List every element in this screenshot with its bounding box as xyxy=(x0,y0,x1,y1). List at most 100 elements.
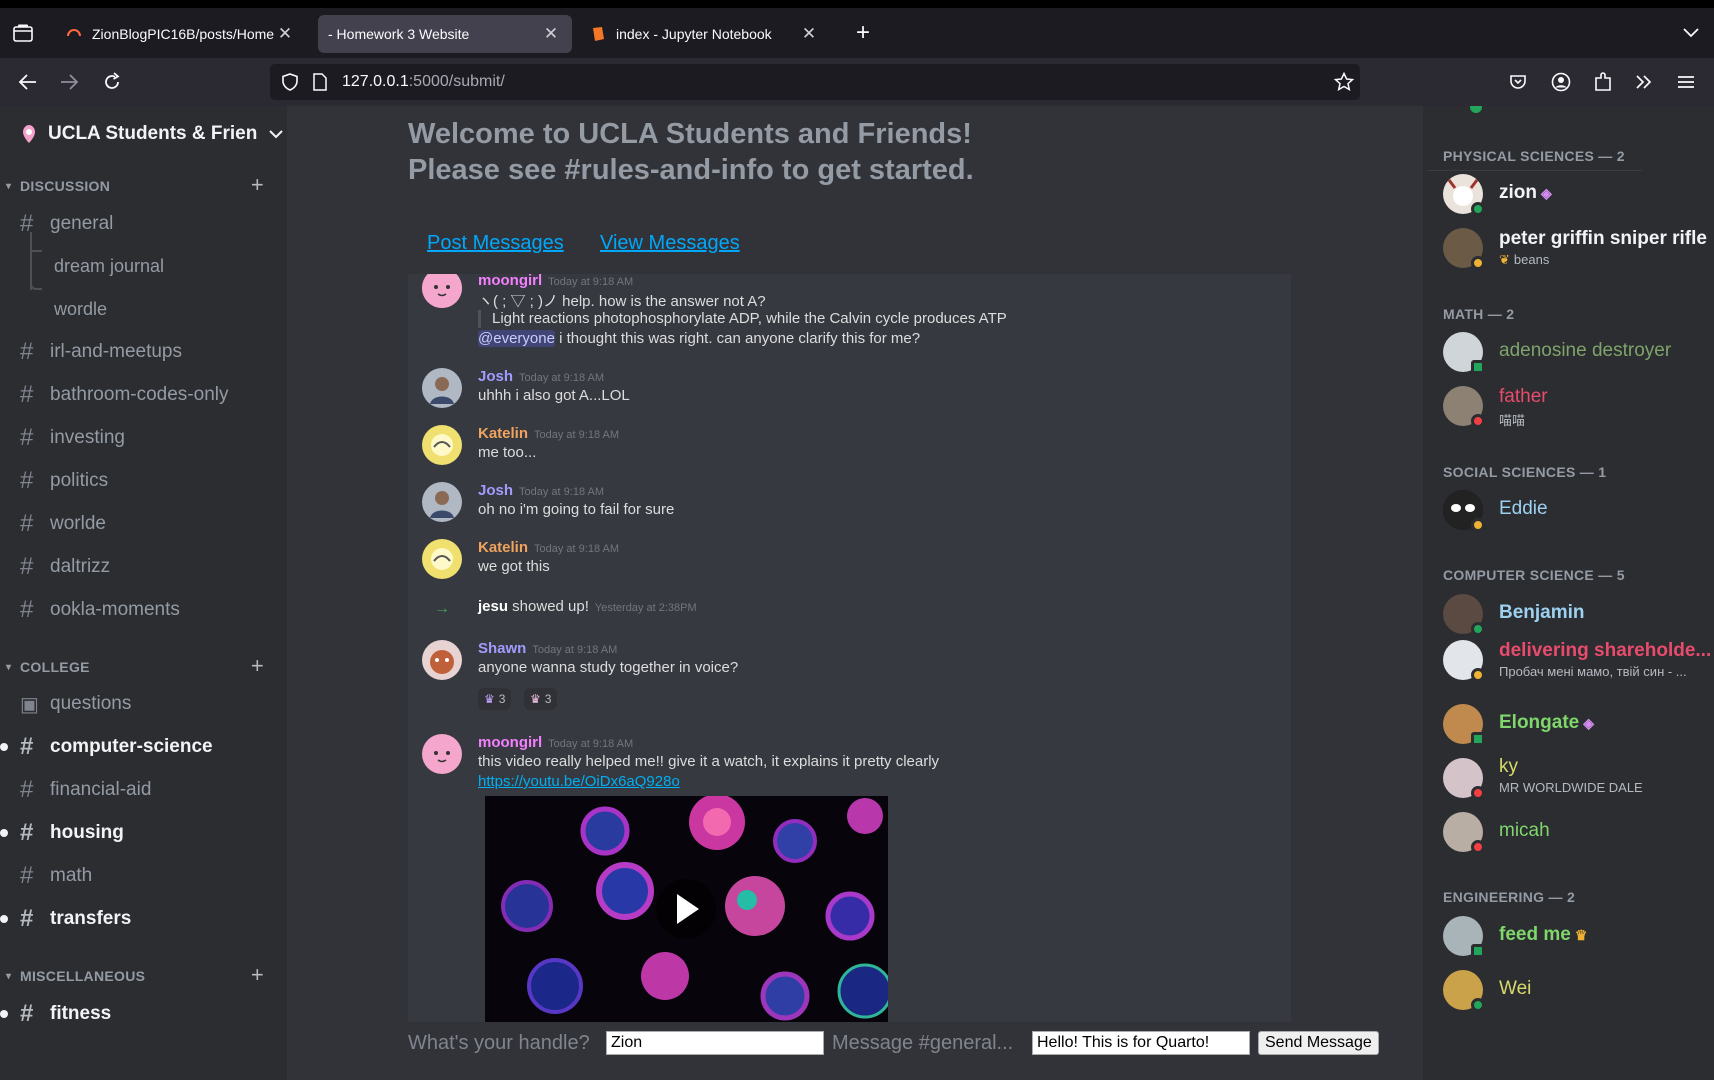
channel-daltrizz[interactable]: # daltrizz xyxy=(20,549,280,585)
channel-worlde[interactable]: # worlde xyxy=(20,506,280,542)
join-action: showed up! xyxy=(508,598,589,615)
server-header[interactable]: UCLA Students & Frien xyxy=(18,120,284,148)
member-micah[interactable]: micah xyxy=(1443,810,1714,854)
member-adenosine-destroyer[interactable]: adenosine destroyer xyxy=(1443,330,1714,374)
member-father[interactable]: father 喵喵 xyxy=(1443,384,1714,428)
add-channel-icon[interactable]: + xyxy=(251,172,264,198)
account-icon[interactable] xyxy=(1549,70,1573,94)
video-embed[interactable] xyxy=(485,796,888,1022)
member-peter-griffin-sniper-rifle[interactable]: peter griffin sniper rifle ❦ beans xyxy=(1443,226,1714,270)
chevron-down-icon[interactable] xyxy=(1679,21,1703,45)
member-name: ky xyxy=(1499,756,1518,777)
member-zion[interactable]: zion ◈ xyxy=(1443,172,1714,216)
close-icon[interactable]: ✕ xyxy=(274,24,296,44)
member-ky[interactable]: ky MR WORLDWIDE DALE xyxy=(1443,756,1714,800)
send-message-button[interactable]: Send Message xyxy=(1258,1031,1379,1055)
channel-bathroom-codes-only[interactable]: # bathroom-codes-only xyxy=(20,377,280,413)
member-feed-me[interactable]: feed me ♛ xyxy=(1443,914,1714,958)
channel-fitness[interactable]: # fitness xyxy=(0,996,280,1032)
chat-screenshot: moongirl Today at 9:18 AM ヽ( ; ▽ ; )ノ hel… xyxy=(408,274,1291,1022)
category-discussion[interactable]: ▾ DISCUSSION + xyxy=(6,172,276,197)
join-username[interactable]: jesu xyxy=(478,598,508,615)
more-tools-icon[interactable] xyxy=(1632,70,1656,94)
chevron-down-icon[interactable] xyxy=(269,129,284,139)
channel-housing[interactable]: # housing xyxy=(0,815,280,851)
channel-transfers[interactable]: # transfers xyxy=(0,901,280,937)
tab-homework[interactable]: - Homework 3 Website ✕ xyxy=(318,15,572,53)
close-icon[interactable]: ✕ xyxy=(540,24,562,44)
channel-general[interactable]: # general xyxy=(20,206,280,242)
star-icon[interactable] xyxy=(1332,70,1356,94)
quote-text: Light reactions photophosphorylate ADP, … xyxy=(492,310,1007,327)
member-wei[interactable]: Wei xyxy=(1443,968,1714,1012)
username[interactable]: Josh Today at 9:18 AM xyxy=(478,482,604,499)
reaction[interactable]: ♛ 3 xyxy=(478,688,512,710)
status-dot-fragment xyxy=(1470,106,1482,113)
member-elongate[interactable]: Elongate ◈ xyxy=(1443,702,1714,746)
video-link[interactable]: https://youtu.be/OiDx6aQ928o xyxy=(478,773,680,790)
tab-jupyter[interactable]: index - Jupyter Notebook ✕ xyxy=(580,15,830,53)
category-miscellaneous[interactable]: ▾ MISCELLANEOUS + xyxy=(6,962,276,987)
mention[interactable]: @everyone xyxy=(478,330,555,347)
forward-icon[interactable] xyxy=(57,70,81,94)
username[interactable]: moongirl Today at 9:18 AM xyxy=(478,274,633,289)
channel-math[interactable]: # math xyxy=(20,858,280,894)
channel-ookla-moments[interactable]: # ookla-moments xyxy=(20,592,280,628)
extensions-icon[interactable] xyxy=(1591,70,1615,94)
avatar xyxy=(422,539,462,579)
username[interactable]: Katelin Today at 9:18 AM xyxy=(478,425,619,442)
url-text[interactable]: 127.0.0.1:5000/submit/ xyxy=(342,73,505,91)
hash-icon: # xyxy=(20,381,34,408)
member-name: peter griffin sniper rifle xyxy=(1499,228,1707,249)
channel-computer-science[interactable]: # computer-science xyxy=(0,729,280,765)
reaction[interactable]: ♛ 3 xyxy=(524,688,558,710)
message-text: oh no i'm going to fail for sure xyxy=(478,501,675,518)
tab-blog[interactable]: ZionBlogPIC16B/posts/Homewo ✕ xyxy=(56,15,306,53)
new-tab-icon[interactable]: + xyxy=(851,19,875,46)
menu-icon[interactable] xyxy=(1674,70,1698,94)
member-benjamin[interactable]: Benjamin xyxy=(1443,592,1714,636)
member-eddie[interactable]: Eddie xyxy=(1443,488,1714,532)
username-text: Josh xyxy=(478,482,514,499)
member-name: father xyxy=(1499,386,1548,407)
thread-dream-journal[interactable]: dream journal xyxy=(54,248,164,284)
handle-input[interactable] xyxy=(606,1031,824,1055)
shield-icon[interactable] xyxy=(278,70,302,94)
channel-politics[interactable]: # politics xyxy=(20,463,280,499)
member-delivering-shareholder[interactable]: delivering shareholde... Пробач мені мам… xyxy=(1443,638,1714,682)
username-text: Shawn xyxy=(478,640,527,657)
category-label: COLLEGE xyxy=(20,659,90,675)
username[interactable]: Josh Today at 9:18 AM xyxy=(478,368,604,385)
pocket-icon[interactable] xyxy=(1506,70,1530,94)
message-input[interactable] xyxy=(1032,1031,1250,1055)
channel-financial-aid[interactable]: # financial-aid xyxy=(20,772,280,808)
back-icon[interactable] xyxy=(16,70,40,94)
category-college[interactable]: ▾ COLLEGE + xyxy=(6,653,276,678)
thread-wordle[interactable]: wordle xyxy=(54,291,107,327)
username[interactable]: Shawn Today at 9:18 AM xyxy=(478,640,617,657)
view-messages-link[interactable]: View Messages xyxy=(600,232,740,255)
member-list-divider xyxy=(1427,170,1642,171)
username[interactable]: Katelin Today at 9:18 AM xyxy=(478,539,619,556)
status-online xyxy=(1471,202,1485,216)
reload-icon[interactable] xyxy=(100,70,124,94)
page-icon[interactable] xyxy=(308,70,332,94)
channel-investing[interactable]: # investing xyxy=(20,420,280,456)
channel-questions[interactable]: ▣ questions xyxy=(20,686,280,722)
forum-icon: ▣ xyxy=(20,693,39,716)
member-status-text: ❦ beans xyxy=(1499,252,1549,268)
member-name: adenosine destroyer xyxy=(1499,340,1672,361)
status-online xyxy=(1471,622,1485,636)
url-bar[interactable]: 127.0.0.1:5000/submit/ xyxy=(270,64,1360,100)
channel-irl-and-meetups[interactable]: # irl-and-meetups xyxy=(20,334,280,370)
username[interactable]: moongirl Today at 9:18 AM xyxy=(478,734,633,751)
close-icon[interactable]: ✕ xyxy=(798,24,820,44)
post-messages-link[interactable]: Post Messages xyxy=(427,232,564,255)
channel-label: irl-and-meetups xyxy=(50,341,182,362)
thread-connector xyxy=(30,250,42,252)
add-channel-icon[interactable]: + xyxy=(251,962,264,988)
add-channel-icon[interactable]: + xyxy=(251,653,264,679)
channel-sidebar: UCLA Students & Frien ▾ DISCUSSION + # ge… xyxy=(0,106,287,1038)
member-name-text: zion xyxy=(1499,182,1537,203)
tab-overview-icon[interactable] xyxy=(11,21,35,45)
